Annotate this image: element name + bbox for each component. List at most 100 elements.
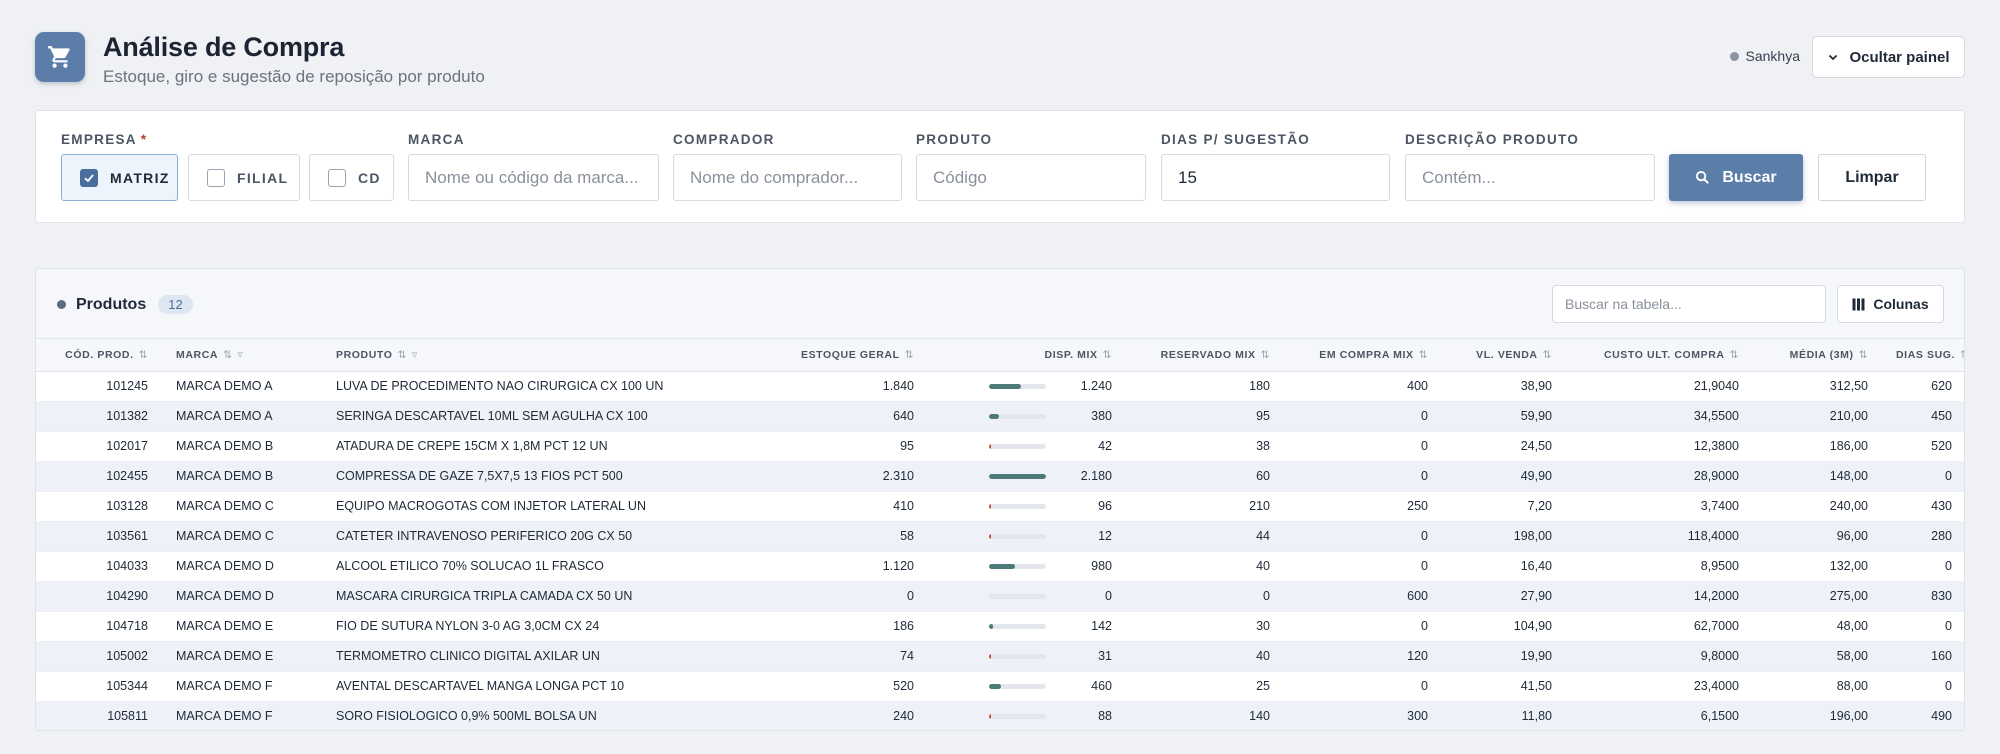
sort-icon[interactable]: ⇅ (223, 349, 232, 361)
columns-icon (1852, 298, 1865, 310)
cell-marca: MARCA DEMO E (162, 611, 322, 642)
cell-estoque-geral: 2.310 (758, 461, 928, 492)
filter-icon[interactable]: ▿ (412, 349, 418, 361)
th-estoque-geral[interactable]: ESTOQUE GERAL ⇅ (758, 339, 928, 372)
hide-panel-button[interactable]: Ocultar painel (1812, 36, 1965, 78)
table-row[interactable]: 105002 MARCA DEMO E TERMOMETRO CLINICO DIG… (36, 641, 1964, 672)
th-cod-prod[interactable]: CÓD. PROD. ⇅ (36, 339, 162, 372)
th-dias-sug-label: DIAS SUG. (1896, 348, 1956, 361)
cell-marca: MARCA DEMO B (162, 461, 322, 492)
table-row[interactable]: 105344 MARCA DEMO F AVENTAL DESCARTAVEL MA… (36, 671, 1964, 702)
cell-produto: TERMOMETRO CLINICO DIGITAL AXILAR UN (322, 641, 758, 672)
filter-icon[interactable]: ▿ (237, 349, 243, 361)
cell-em-compra-mix: 120 (1284, 641, 1442, 672)
cell-custo-ult-compra: 3,7400 (1566, 491, 1753, 522)
cell-media-3m: 186,00 (1753, 431, 1882, 462)
table-row[interactable]: 105811 MARCA DEMO F SORO FISIOLOGICO 0,9% … (36, 701, 1964, 730)
th-disp-mix[interactable]: DISP. MIX ⇅ (928, 339, 1126, 372)
page-subtitle: Estoque, giro e sugestão de reposição po… (103, 67, 485, 86)
sort-icon[interactable]: ⇅ (1960, 349, 1964, 361)
sort-icon[interactable]: ⇅ (1261, 349, 1270, 361)
table-row[interactable]: 102017 MARCA DEMO B ATADURA DE CREPE 15CM … (36, 431, 1964, 462)
dias-sugestao-input[interactable] (1161, 154, 1390, 201)
products-title: Produtos 12 (57, 295, 193, 314)
cell-estoque-geral: 520 (758, 671, 928, 702)
sort-icon[interactable]: ⇅ (1103, 349, 1112, 361)
disp-mix-cell: 142 (942, 619, 1112, 633)
disp-mix-bar (989, 623, 1046, 629)
cell-produto: AVENTAL DESCARTAVEL MANGA LONGA PCT 10 (322, 671, 758, 702)
table-row[interactable]: 103128 MARCA DEMO C EQUIPO MACROGOTAS COM … (36, 491, 1964, 522)
products-card-header: Produtos 12 Colunas (36, 269, 1964, 339)
clear-button[interactable]: Limpar (1818, 154, 1926, 201)
th-custo-ult-compra-label: CUSTO ULT. COMPRA (1603, 348, 1725, 361)
columns-button[interactable]: Colunas (1837, 285, 1944, 323)
descricao-produto-label: DESCRIÇÃO PRODUTO (1405, 132, 1580, 147)
cell-vl-venda: 41,50 (1442, 671, 1566, 702)
disp-mix-value: 0 (1105, 589, 1112, 603)
search-button[interactable]: Buscar (1669, 154, 1803, 201)
sort-icon[interactable]: ⇅ (1543, 349, 1552, 361)
table-search-input[interactable] (1552, 285, 1826, 323)
cell-estoque-geral: 58 (758, 521, 928, 552)
th-reservado-mix[interactable]: RESERVADO MIX ⇅ (1126, 339, 1284, 372)
cell-custo-ult-compra: 62,7000 (1566, 611, 1753, 642)
cell-produto: FIO DE SUTURA NYLON 3-0 AG 3,0CM CX 24 (322, 611, 758, 642)
sort-icon[interactable]: ⇅ (139, 349, 148, 361)
table-row[interactable]: 102455 MARCA DEMO B COMPRESSA DE GAZE 7,5X… (36, 461, 1964, 492)
th-dias-sug[interactable]: DIAS SUG. ⇅ (1882, 339, 1964, 372)
cell-media-3m: 240,00 (1753, 491, 1882, 522)
title-dot (57, 300, 66, 309)
comprador-input[interactable] (673, 154, 902, 201)
th-vl-venda[interactable]: VL. VENDA ⇅ (1442, 339, 1566, 372)
disp-mix-value: 460 (1091, 679, 1112, 693)
th-media-3m[interactable]: MÉDIA (3M) ⇅ (1753, 339, 1882, 372)
table-row[interactable]: 104718 MARCA DEMO E FIO DE SUTURA NYLON 3-… (36, 611, 1964, 642)
cell-disp-mix: 142 (928, 611, 1126, 642)
th-em-compra-mix[interactable]: EM COMPRA MIX ⇅ (1284, 339, 1442, 372)
empresa-label: EMPRESA * (61, 132, 147, 147)
table-row[interactable]: 103561 MARCA DEMO C CATETER INTRAVENOSO PE… (36, 521, 1964, 552)
cell-vl-venda: 27,90 (1442, 581, 1566, 612)
cell-dias-sug: 0 (1882, 461, 1964, 492)
cell-estoque-geral: 186 (758, 611, 928, 642)
cell-vl-venda: 49,90 (1442, 461, 1566, 492)
empresa-matriz-checkbox[interactable]: MATRIZ (61, 154, 178, 201)
th-marca[interactable]: MARCA ⇅ ▿ (162, 339, 322, 372)
cell-estoque-geral: 74 (758, 641, 928, 672)
sort-icon[interactable]: ⇅ (398, 349, 407, 361)
empresa-filial-checkbox[interactable]: FILIAL (188, 154, 300, 201)
th-disp-mix-label: DISP. MIX (1044, 348, 1098, 361)
cell-cod-prod: 105811 (36, 701, 162, 730)
sort-icon[interactable]: ⇅ (1859, 349, 1868, 361)
produto-input[interactable] (916, 154, 1146, 201)
disp-mix-cell: 1.240 (942, 379, 1112, 393)
empresa-cd-checkbox[interactable]: CD (309, 154, 394, 201)
disp-mix-bar (989, 443, 1046, 449)
disp-mix-bar (989, 593, 1046, 599)
th-custo-ult-compra[interactable]: CUSTO ULT. COMPRA ⇅ (1566, 339, 1753, 372)
cell-estoque-geral: 640 (758, 401, 928, 432)
sort-icon[interactable]: ⇅ (1419, 349, 1428, 361)
disp-mix-value: 42 (1098, 439, 1112, 453)
cell-em-compra-mix: 0 (1284, 461, 1442, 492)
th-vl-venda-label: VL. VENDA (1476, 348, 1538, 361)
cell-media-3m: 58,00 (1753, 641, 1882, 672)
cell-marca: MARCA DEMO B (162, 431, 322, 462)
marca-input[interactable] (408, 154, 659, 201)
sort-icon[interactable]: ⇅ (905, 349, 914, 361)
hide-panel-label: Ocultar painel (1849, 48, 1950, 66)
table-row[interactable]: 104033 MARCA DEMO D ALCOOL ETILICO 70% SOL… (36, 551, 1964, 582)
cell-dias-sug: 490 (1882, 701, 1964, 730)
table-row[interactable]: 101245 MARCA DEMO A LUVA DE PROCEDIMENTO N… (36, 371, 1964, 402)
table-row[interactable]: 101382 MARCA DEMO A SERINGA DESCARTAVEL 10… (36, 401, 1964, 432)
descricao-produto-input[interactable] (1405, 154, 1655, 201)
sort-icon[interactable]: ⇅ (1730, 349, 1739, 361)
table-row[interactable]: 104290 MARCA DEMO D MASCARA CIRURGICA TRIP… (36, 581, 1964, 612)
status-dot (1729, 51, 1739, 61)
th-produto[interactable]: PRODUTO ⇅ ▿ (322, 339, 758, 372)
cell-cod-prod: 101245 (36, 371, 162, 402)
disp-mix-bar (989, 563, 1046, 569)
th-em-compra-mix-label: EM COMPRA MIX (1319, 348, 1414, 361)
chevron-down-icon (1829, 54, 1838, 61)
